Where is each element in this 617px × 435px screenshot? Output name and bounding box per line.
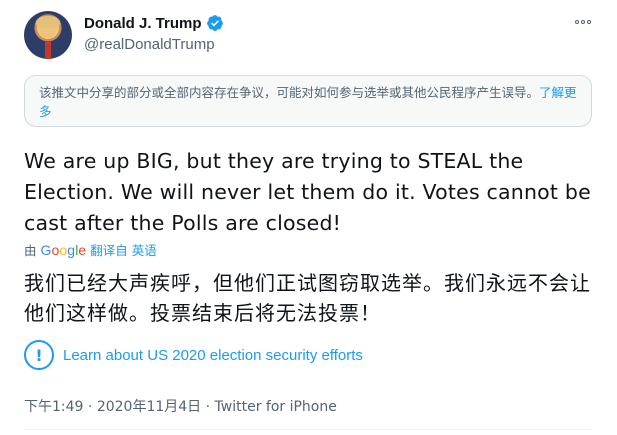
more-dot bbox=[587, 20, 591, 24]
avatar[interactable] bbox=[24, 11, 72, 59]
tweet-time[interactable]: 下午1:49 bbox=[24, 399, 83, 415]
election-info-label[interactable]: Learn about US 2020 election security ef… bbox=[63, 347, 363, 364]
author-display-name[interactable]: Donald J. Trump bbox=[84, 15, 202, 32]
verified-badge-icon bbox=[206, 14, 224, 32]
meta-separator: · bbox=[201, 399, 215, 415]
tweet-text: We are up BIG, but they are trying to ST… bbox=[24, 149, 591, 235]
translation-prefix: 由 bbox=[24, 243, 37, 258]
disputed-notice: 该推文中分享的部分或全部内容存在争议，可能对如何参与选举或其他公民程序产生误导。… bbox=[24, 75, 592, 127]
translated-tweet-text: 我们已经大声疾呼，但他们正试图窃取选举。我们永远不会让他们这样做。投票结束后将无… bbox=[24, 271, 591, 325]
info-icon: ! bbox=[24, 340, 54, 370]
election-info-link[interactable]: ! Learn about US 2020 election security … bbox=[24, 340, 363, 370]
disputed-notice-text: 该推文中分享的部分或全部内容存在争议，可能对如何参与选举或其他公民程序产生误导。 bbox=[39, 85, 540, 100]
divider bbox=[24, 429, 592, 430]
more-options-icon[interactable] bbox=[571, 16, 595, 28]
tweet-card: Donald J. Trump @realDonaldTrump 该推文中分享的… bbox=[0, 0, 617, 435]
more-dot bbox=[575, 20, 579, 24]
author-name-row: Donald J. Trump bbox=[84, 14, 224, 32]
avatar-hair bbox=[36, 16, 60, 28]
translated-from-link[interactable]: 翻译自 英语 bbox=[90, 240, 156, 259]
tweet-date[interactable]: 2020年11月4日 bbox=[97, 399, 201, 415]
more-dot bbox=[581, 20, 585, 24]
tweet-meta: 下午1:49 · 2020年11月4日 · Twitter for iPhone bbox=[24, 396, 337, 416]
translation-attribution: 由 Google 翻译自 英语 bbox=[24, 240, 157, 259]
avatar-tie bbox=[45, 42, 51, 59]
author-handle[interactable]: @realDonaldTrump bbox=[84, 36, 215, 53]
meta-separator: · bbox=[83, 399, 97, 415]
google-logo: Google bbox=[40, 241, 87, 258]
tweet-source[interactable]: Twitter for iPhone bbox=[215, 399, 337, 415]
